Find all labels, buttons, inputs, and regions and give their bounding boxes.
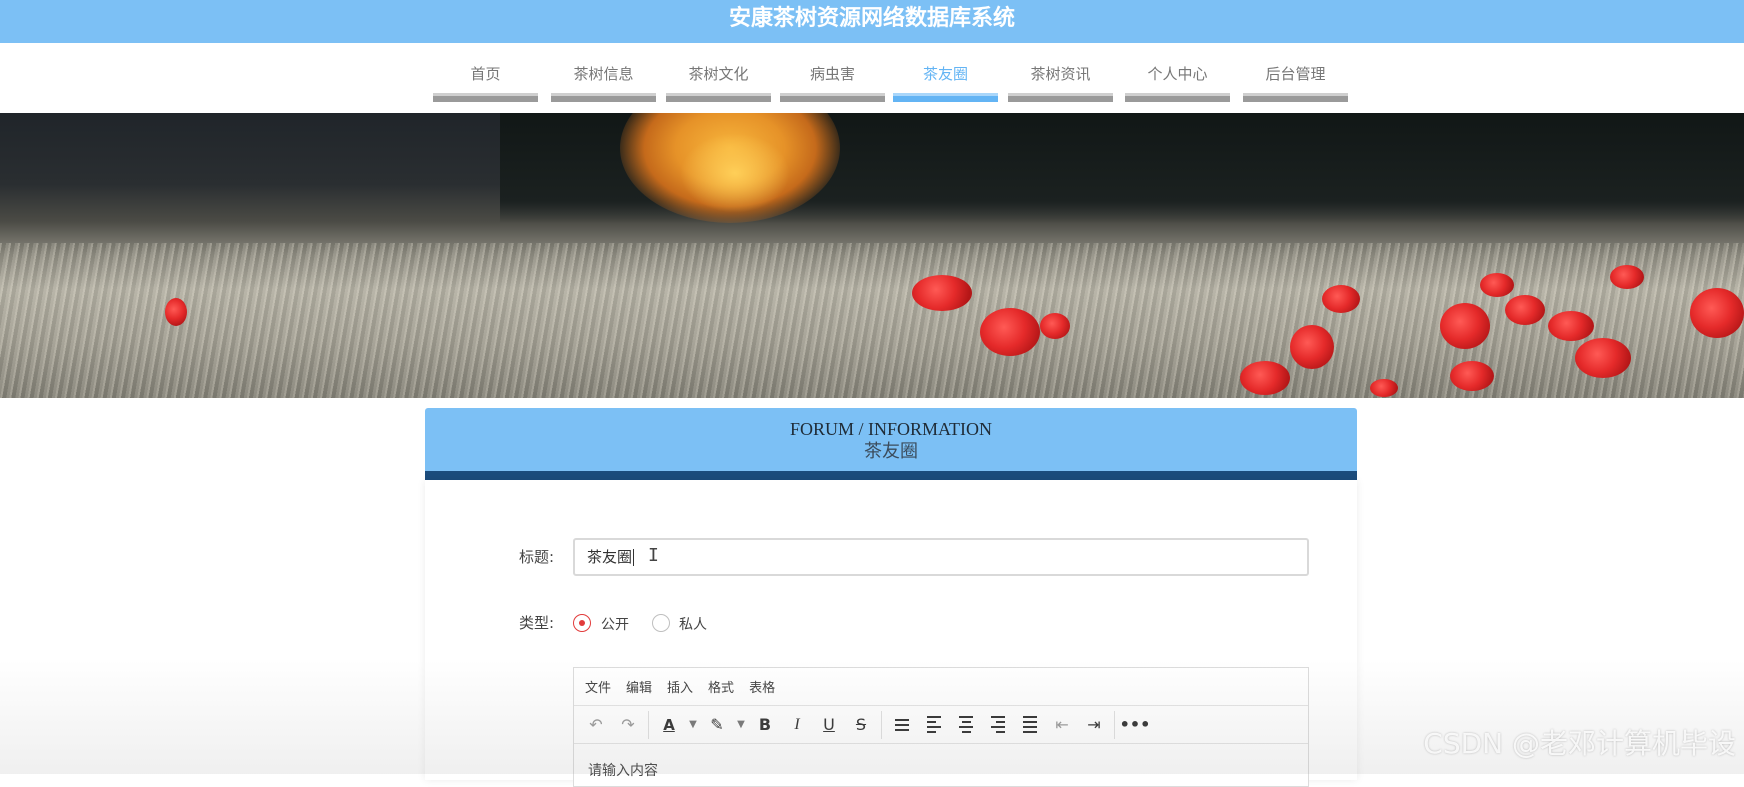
outdent-icon[interactable]: ⇤: [1046, 709, 1078, 741]
section-underline: [425, 471, 1357, 480]
toolbar-separator: [648, 710, 649, 739]
section-title-cn: 茶友圈: [864, 441, 918, 461]
radio-public-label: 公开: [601, 617, 629, 633]
nav-item-home[interactable]: 首页: [433, 60, 538, 104]
nav-item-label: 茶树资讯: [1030, 65, 1091, 83]
app-title: 安康茶树资源网络数据库系统: [728, 6, 1015, 31]
align-justify-icon[interactable]: [1014, 709, 1046, 741]
nav-item-tea-culture[interactable]: 茶树文化: [666, 60, 771, 104]
editor-toolbar: ↶ ↷ A ▼ ✎ ▼ B I U S ⇤ ⇥ •••: [574, 706, 1308, 744]
align-right-glyph: [991, 716, 1005, 733]
radio-private-label: 私人: [679, 617, 707, 633]
undo-icon[interactable]: ↶: [580, 709, 612, 741]
nav-underline: [551, 93, 656, 102]
radio-private[interactable]: [652, 614, 670, 632]
watermark: CSDN @老邓计算机毕设: [1423, 727, 1736, 760]
banner-poppy: [1575, 338, 1631, 378]
nav-underline: [1008, 93, 1113, 102]
nav-item-admin[interactable]: 后台管理: [1243, 60, 1348, 104]
underline-icon[interactable]: U: [813, 709, 845, 741]
highlight-color-icon[interactable]: ✎: [701, 709, 733, 741]
banner-poppy: [1040, 313, 1070, 339]
line-height-glyph: [895, 718, 909, 731]
nav-underline: [780, 93, 885, 102]
nav-underline: [893, 93, 998, 102]
menu-edit[interactable]: 编辑: [626, 677, 652, 696]
redo-icon[interactable]: ↷: [612, 709, 644, 741]
italic-icon[interactable]: I: [781, 709, 813, 741]
nav-underline: [433, 93, 538, 102]
title-label: 标题:: [518, 548, 554, 566]
banner-poppy: [1290, 325, 1334, 369]
banner-poppy: [1480, 273, 1514, 297]
bold-icon[interactable]: B: [749, 709, 781, 741]
section-header: FORUM / INFORMATION 茶友圈: [425, 408, 1357, 480]
toolbar-separator: [881, 710, 882, 739]
banner-poppy: [912, 275, 972, 311]
strikethrough-icon[interactable]: S: [845, 709, 877, 741]
banner-poppy: [1240, 361, 1290, 395]
nav-item-label: 首页: [470, 65, 501, 83]
banner-poppy: [1610, 265, 1644, 289]
nav-item-label: 个人中心: [1147, 65, 1208, 83]
nav-item-label: 茶友圈: [922, 65, 968, 83]
align-center-glyph: [959, 716, 973, 733]
nav-item-label: 茶树信息: [573, 65, 634, 83]
align-right-icon[interactable]: [982, 709, 1014, 741]
banner-poppy: [1690, 288, 1744, 338]
nav-item-label: 茶树文化: [688, 65, 749, 83]
editor-body[interactable]: 请输入内容: [574, 744, 1308, 780]
align-center-icon[interactable]: [950, 709, 982, 741]
banner-poppy: [1450, 361, 1494, 391]
nav-item-forum[interactable]: 茶友圈: [893, 60, 998, 104]
banner-poppy: [980, 308, 1040, 356]
banner-poppy: [1505, 295, 1545, 325]
menu-table[interactable]: 表格: [749, 677, 775, 696]
text-color-icon[interactable]: A: [653, 709, 685, 741]
align-justify-glyph: [1023, 716, 1037, 733]
radio-public[interactable]: [573, 614, 591, 632]
nav-item-profile[interactable]: 个人中心: [1125, 60, 1230, 104]
indent-icon[interactable]: ⇥: [1078, 709, 1110, 741]
hero-banner-image: [0, 113, 1744, 398]
menu-file[interactable]: 文件: [585, 677, 611, 696]
nav-item-label: 后台管理: [1265, 65, 1326, 83]
nav-underline: [1125, 93, 1230, 102]
banner-poppy: [1440, 303, 1490, 349]
align-left-glyph: [927, 716, 941, 733]
title-input[interactable]: 茶友圈: [573, 538, 1309, 576]
title-input-value: 茶友圈: [587, 548, 633, 566]
nav-underline: [1243, 93, 1348, 102]
app-header: 安康茶树资源网络数据库系统: [0, 0, 1744, 43]
rich-text-editor: 文件 编辑 插入 格式 表格 ↶ ↷ A ▼ ✎ ▼ B I U S ⇤ ⇥ •…: [573, 667, 1309, 787]
menu-format[interactable]: 格式: [708, 677, 734, 696]
nav-item-label: 病虫害: [809, 65, 855, 83]
section-title-en: FORUM / INFORMATION: [789, 419, 993, 439]
nav-item-pests[interactable]: 病虫害: [780, 60, 885, 104]
menu-insert[interactable]: 插入: [667, 677, 693, 696]
align-left-icon[interactable]: [918, 709, 950, 741]
banner-poppy: [1548, 311, 1594, 341]
editor-menubar: 文件 编辑 插入 格式 表格: [574, 668, 1308, 706]
banner-fire-core: [680, 133, 790, 213]
main-nav: 首页 茶树信息 茶树文化 病虫害 茶友圈 茶树资讯 个人中心 后台管理: [433, 60, 1348, 104]
banner-poppy: [1370, 379, 1398, 397]
banner-poppy: [165, 298, 187, 326]
text-cursor-icon: I: [648, 545, 659, 566]
nav-underline: [666, 93, 771, 102]
nav-item-tea-info[interactable]: 茶树信息: [551, 60, 656, 104]
toolbar-separator: [1114, 710, 1115, 739]
more-icon[interactable]: •••: [1119, 709, 1151, 741]
type-label: 类型:: [518, 614, 554, 632]
line-height-icon[interactable]: [886, 709, 918, 741]
text-caret: [633, 549, 635, 566]
nav-item-tea-news[interactable]: 茶树资讯: [1008, 60, 1113, 104]
chevron-down-icon[interactable]: ▼: [685, 709, 701, 741]
banner-poppy: [1322, 285, 1360, 313]
chevron-down-icon[interactable]: ▼: [733, 709, 749, 741]
